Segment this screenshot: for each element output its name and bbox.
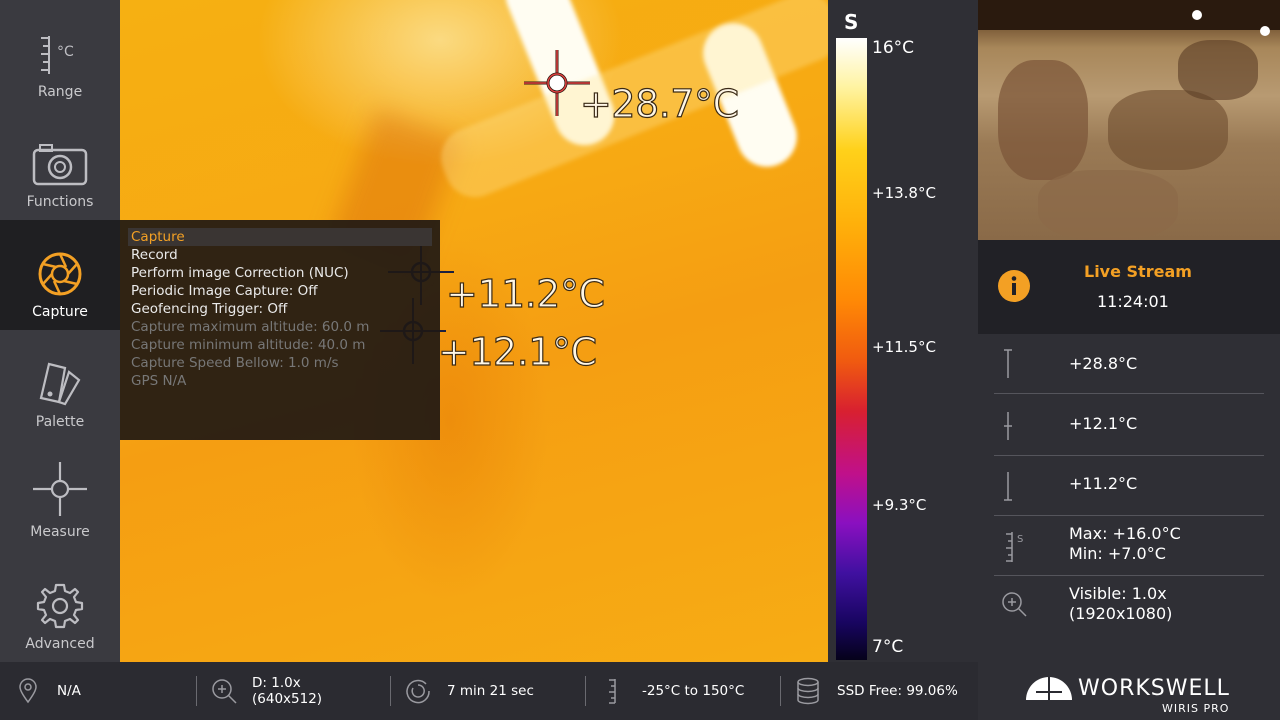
max-marker-value: +28.8°C: [1069, 354, 1138, 373]
digital-zoom-value: D: 1.0x: [252, 675, 301, 691]
menu-item-gps: GPS N/A: [131, 373, 187, 389]
temp-range-value: -25°C to 150°C: [642, 683, 745, 699]
zoom-icon: [1002, 592, 1027, 617]
gps-value: N/A: [57, 683, 81, 699]
workswell-logo: WORKSWELL WIRIS PRO: [1022, 668, 1252, 716]
sidebar-item-label: Functions: [26, 194, 94, 210]
range-icon: [609, 679, 616, 704]
status-divider: [780, 676, 781, 706]
live-stream-title: Live Stream: [1084, 262, 1192, 281]
max-marker-row: +28.8°C: [994, 334, 1264, 394]
menu-item-max-altitude: Capture maximum altitude: 60.0 m: [131, 319, 370, 335]
min-marker-icon: [1004, 472, 1012, 501]
sidebar-item-label: Capture: [32, 304, 88, 320]
database-icon: [797, 677, 819, 705]
mid-marker-row: +12.1°C: [994, 396, 1264, 456]
location-pin-icon: [19, 678, 37, 704]
spot-temp-label: +12.1°C: [437, 329, 597, 374]
capture-menu: Capture Record Perform image Correction …: [120, 220, 440, 440]
sidebar-item-range[interactable]: °C Range: [0, 0, 120, 110]
fresco-patch: [1038, 170, 1178, 240]
status-divider: [196, 676, 197, 706]
storage-status: SSD Free: 99.06%: [796, 662, 958, 720]
logo-product-text: WIRIS PRO: [1162, 702, 1230, 715]
recording-time-value: 7 min 21 sec: [447, 683, 534, 699]
live-stream-time: 11:24:01: [1097, 292, 1169, 311]
min-marker-row: +11.2°C: [994, 456, 1264, 516]
scale-tick-label: +13.8°C: [872, 184, 936, 202]
sidebar-item-measure[interactable]: Measure: [0, 440, 120, 550]
menu-item-geofencing[interactable]: Geofencing Trigger: Off: [128, 300, 432, 318]
scale-gradient-bar: [836, 38, 867, 660]
max-marker-icon: [1004, 349, 1012, 378]
status-bar: N/A D: 1.0x (640x512) 7 min 21 sec -25°C…: [0, 662, 978, 720]
sidebar-item-palette[interactable]: Palette: [0, 330, 120, 440]
menu-item-record[interactable]: Record: [128, 246, 432, 264]
mid-marker-value: +12.1°C: [1069, 414, 1138, 433]
status-divider: [390, 676, 391, 706]
live-stream-box: Live Stream 11:24:01: [978, 240, 1280, 334]
crosshair-icon: [33, 462, 87, 516]
timer-icon: [406, 679, 430, 704]
range-scale-icon: S: [1006, 532, 1023, 562]
visible-camera-preview[interactable]: [978, 0, 1280, 240]
fresco-patch: [998, 60, 1088, 180]
menu-item-min-altitude: Capture minimum altitude: 40.0 m: [131, 337, 366, 353]
aperture-icon: [38, 252, 82, 296]
sidebar-item-label: Measure: [30, 524, 90, 540]
sidebar-item-functions[interactable]: Functions: [0, 110, 120, 220]
scale-mode-label: S: [844, 10, 859, 34]
mid-marker-icon: [1004, 412, 1012, 440]
status-divider: [585, 676, 586, 706]
ceiling-beam: [978, 0, 1280, 30]
visible-resolution-value: (1920x1080): [1069, 604, 1173, 623]
max-temp-label: +28.7°C: [579, 81, 739, 126]
fresco-patch: [1108, 90, 1228, 170]
info-icon[interactable]: [998, 270, 1030, 302]
scale-tick-label: +9.3°C: [872, 496, 927, 514]
menu-item-capture[interactable]: Capture: [128, 228, 432, 246]
workswell-logo-mark: [1026, 677, 1072, 700]
recording-time-status: 7 min 21 sec: [404, 662, 534, 720]
range-icon: °C: [41, 36, 74, 74]
color-scale: S 16°C +13.8°C +11.5°C +9.3°C 7°C: [828, 0, 978, 662]
visible-zoom-row: Visible: 1.0x (1920x1080): [994, 576, 1264, 636]
range-max-value: Max: +16.0°C: [1069, 524, 1181, 543]
min-marker-value: +11.2°C: [1069, 474, 1138, 493]
scale-max-label: 16°C: [872, 38, 915, 58]
zoom-icon: [212, 679, 237, 704]
logo-brand-text: WORKSWELL: [1078, 676, 1230, 701]
menu-item-periodic-capture[interactable]: Periodic Image Capture: Off: [128, 282, 432, 300]
sidebar-item-advanced[interactable]: Advanced: [0, 552, 120, 662]
sidebar-item-label: Advanced: [25, 636, 95, 652]
camera-icon: [32, 144, 88, 186]
menu-item-nuc[interactable]: Perform image Correction (NUC): [128, 264, 432, 282]
sidebar-item-capture[interactable]: Capture: [0, 220, 120, 330]
svg-text:S: S: [1017, 534, 1023, 545]
scale-min-label: 7°C: [872, 637, 904, 657]
palette-icon: [39, 362, 81, 406]
gps-status: N/A: [18, 662, 81, 720]
sidebar-item-label: Palette: [35, 414, 85, 430]
scale-tick-label: +11.5°C: [872, 338, 936, 356]
temp-range-status: -25°C to 150°C: [606, 662, 744, 720]
sidebar: °C Range Functions Capture Palette Measu…: [0, 0, 120, 662]
ceiling-light: [1192, 10, 1202, 20]
range-min-value: Min: +7.0°C: [1069, 544, 1166, 563]
range-row: S Max: +16.0°C Min: +7.0°C: [994, 516, 1264, 576]
right-panel: Live Stream 11:24:01 +28.8°C +12.1°C +11…: [978, 0, 1280, 720]
ssd-free-value: SSD Free: 99.06%: [837, 683, 958, 699]
min-temp-label: +11.2°C: [445, 271, 605, 316]
menu-item-capture-speed: Capture Speed Bellow: 1.0 m/s: [131, 355, 339, 371]
gear-icon: [36, 583, 84, 629]
svg-text:°C: °C: [57, 44, 74, 60]
sidebar-item-label: Range: [37, 84, 83, 100]
visible-zoom-value: Visible: 1.0x: [1069, 584, 1167, 603]
digital-resolution-value: (640x512): [252, 691, 323, 707]
fresco-patch: [1178, 40, 1258, 100]
digital-zoom-status: D: 1.0x (640x512): [210, 662, 322, 720]
ceiling-light: [1260, 26, 1270, 36]
